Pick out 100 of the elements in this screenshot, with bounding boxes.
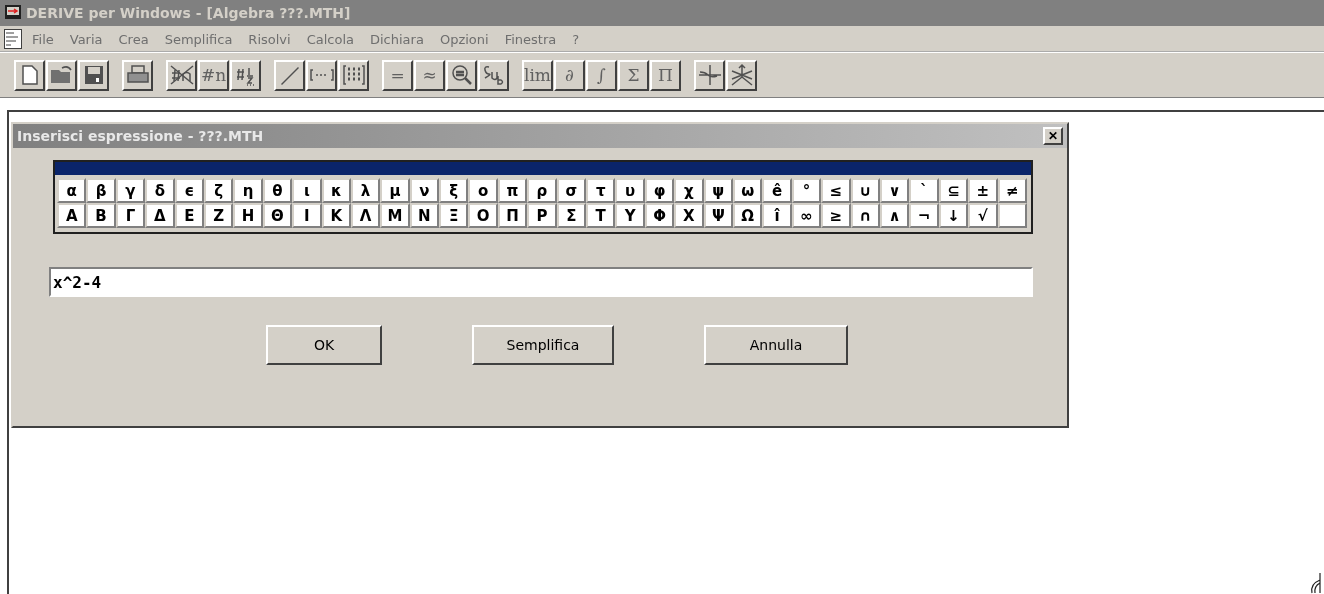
symbol-key[interactable]: Γ — [115, 203, 146, 228]
symbol-key[interactable]: λ — [350, 178, 381, 203]
symbol-key[interactable]: Μ — [380, 203, 410, 228]
symbol-key[interactable]: φ — [644, 178, 675, 203]
symbol-key[interactable]: ≤ — [821, 178, 851, 203]
symbol-key[interactable]: Δ — [145, 203, 175, 228]
symbol-key[interactable]: Υ — [615, 203, 645, 228]
close-button[interactable]: ✕ — [1043, 127, 1063, 145]
symbol-key[interactable]: Ρ — [527, 203, 557, 228]
symbol-key[interactable]: ∨ — [879, 178, 910, 203]
symbol-key[interactable]: Ψ — [703, 203, 733, 228]
symbol-key[interactable]: Φ — [644, 203, 675, 228]
symbol-key[interactable]: Ι — [292, 203, 322, 228]
vector-icon — [308, 68, 335, 82]
toolbar-button[interactable] — [14, 59, 45, 91]
symbol-key[interactable]: ϵ — [174, 178, 204, 203]
toolbar-button[interactable] — [166, 59, 197, 91]
symbol-key[interactable]: ∞ — [791, 203, 822, 228]
symbol-key[interactable]: Σ — [556, 203, 587, 228]
symbol-key[interactable]: Π — [497, 203, 528, 228]
toolbar-button[interactable]: lim — [522, 59, 553, 91]
symbol-key[interactable]: η — [233, 178, 263, 203]
toolbar-button[interactable]: Π — [650, 59, 681, 91]
toolbar-button[interactable] — [306, 59, 337, 91]
symbol-key[interactable]: ↓ — [938, 203, 969, 228]
symbol-key[interactable]: Κ — [321, 203, 351, 228]
crossed-out-icon — [168, 64, 195, 86]
symbol-key[interactable]: ζ — [203, 178, 234, 203]
symbol-key[interactable]: σ — [556, 178, 587, 203]
symbol-key[interactable]: ` — [909, 178, 939, 203]
symbol-key[interactable]: ∪ — [850, 178, 880, 203]
symbol-key[interactable]: π — [497, 178, 528, 203]
toolbar-button[interactable]: ∫ — [586, 59, 617, 91]
symbol-key[interactable]: ° — [791, 178, 822, 203]
toolbar-button[interactable] — [478, 59, 509, 91]
symbol-key[interactable]: ρ — [527, 178, 557, 203]
symbol-key[interactable]: θ — [262, 178, 293, 203]
symbol-key[interactable]: Χ — [674, 203, 704, 228]
symbol-key[interactable]: ∧ — [879, 203, 910, 228]
symbol-key[interactable]: ± — [968, 178, 998, 203]
symbol-key[interactable]: Θ — [262, 203, 293, 228]
toolbar-button[interactable] — [230, 59, 261, 91]
zoom-icon — [450, 64, 473, 86]
symbol-key[interactable]: Λ — [350, 203, 381, 228]
toolbar-button[interactable] — [694, 59, 725, 91]
symbol-key[interactable]: κ — [321, 178, 351, 203]
symbol-key[interactable]: ¬ — [909, 203, 939, 228]
toolbar-button[interactable] — [122, 59, 153, 91]
toolbar-button[interactable] — [46, 59, 77, 91]
document-menu-icon[interactable] — [4, 29, 22, 49]
symbol-key[interactable]: μ — [380, 178, 410, 203]
symbol-key[interactable]: Ω — [733, 203, 763, 228]
toolbar-button[interactable]: = — [382, 59, 413, 91]
symbol-key[interactable]: ο — [468, 178, 498, 203]
symbol-key[interactable]: δ — [145, 178, 175, 203]
toolbar-button[interactable]: ≈ — [414, 59, 445, 91]
symbol-key[interactable]: Β — [86, 203, 116, 228]
toolbar-button[interactable]: ∂ — [554, 59, 585, 91]
cursor-icon — [1308, 572, 1322, 594]
symbol-key[interactable]: ι — [292, 178, 322, 203]
symbol-key[interactable]: Ε — [174, 203, 204, 228]
dialog-button[interactable]: Annulla — [704, 325, 848, 365]
symbol-key[interactable]: Τ — [586, 203, 616, 228]
symbol-key[interactable]: ψ — [703, 178, 733, 203]
symbol-key[interactable]: Ο — [468, 203, 498, 228]
symbol-key[interactable]: Ζ — [203, 203, 234, 228]
subscript-icon — [481, 64, 506, 86]
symbol-key[interactable]: ω — [733, 178, 763, 203]
blank-symbol-key[interactable] — [997, 203, 1027, 228]
toolbar-button[interactable] — [338, 59, 369, 91]
symbol-key[interactable]: ≥ — [821, 203, 851, 228]
symbol-key[interactable]: Η — [233, 203, 263, 228]
symbol-key[interactable]: β — [86, 178, 116, 203]
symbol-key[interactable]: ξ — [439, 178, 469, 203]
toolbar-button[interactable]: Σ — [618, 59, 649, 91]
symbol-key[interactable]: Ξ — [439, 203, 469, 228]
symbol-key[interactable]: α — [57, 178, 87, 203]
symbol-key[interactable]: γ — [115, 178, 146, 203]
symbol-key[interactable]: ν — [409, 178, 440, 203]
toolbar-button[interactable] — [274, 59, 305, 91]
symbol-key[interactable]: υ — [615, 178, 645, 203]
symbol-key[interactable]: Α — [57, 203, 87, 228]
symbol-key[interactable]: ∩ — [850, 203, 880, 228]
toolbar-button[interactable] — [446, 59, 477, 91]
toolbar-button[interactable]: #n — [198, 59, 229, 91]
symbol-key[interactable]: τ — [586, 178, 616, 203]
dialog-button[interactable]: OK — [266, 325, 382, 365]
symbol-key[interactable]: χ — [674, 178, 704, 203]
toolbar-button[interactable] — [78, 59, 109, 91]
symbol-key[interactable]: Ν — [409, 203, 440, 228]
symbol-key[interactable]: ≠ — [997, 178, 1027, 203]
symbol-key[interactable]: ê — [762, 178, 792, 203]
toolbar-button[interactable] — [726, 59, 757, 91]
symbol-key[interactable]: ⊆ — [938, 178, 969, 203]
symbol-key[interactable]: î — [762, 203, 792, 228]
expression-field[interactable]: x^2-4 — [49, 267, 1033, 297]
document-icon — [21, 65, 38, 85]
dialog-button[interactable]: Semplifica — [472, 325, 614, 365]
symbol-key[interactable]: √ — [968, 203, 998, 228]
matrix-icon — [341, 64, 366, 86]
